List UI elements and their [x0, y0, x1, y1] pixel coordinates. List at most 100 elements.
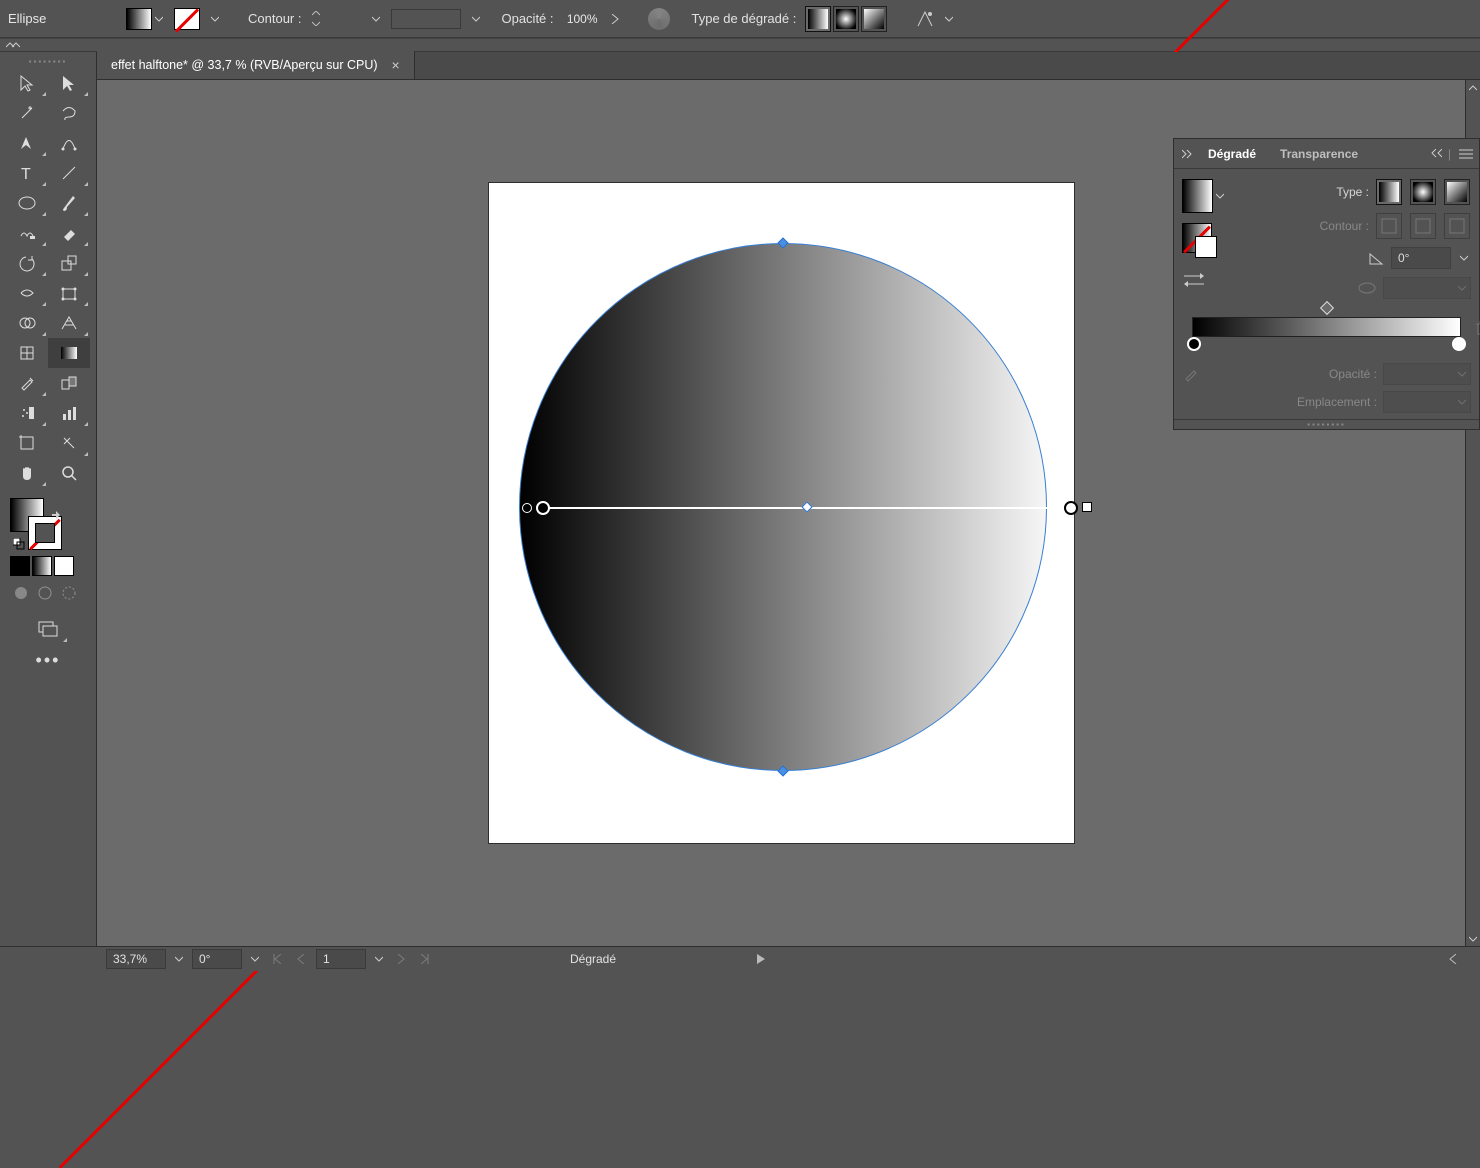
gradient-origin-handle[interactable] — [522, 503, 532, 513]
stroke-apply-across[interactable] — [1444, 213, 1470, 239]
swap-fill-stroke-icon[interactable] — [50, 510, 62, 522]
panel-grad-radial[interactable] — [1410, 179, 1436, 205]
close-tab-icon[interactable]: × — [392, 57, 400, 73]
hand-tool[interactable] — [6, 458, 48, 488]
direct-selection-tool[interactable] — [48, 68, 90, 98]
shape-builder-tool[interactable] — [6, 308, 48, 338]
lasso-tool[interactable] — [48, 98, 90, 128]
symbol-sprayer-tool[interactable] — [6, 398, 48, 428]
slice-tool[interactable] — [48, 428, 90, 458]
transform-options-icon[interactable] — [916, 10, 934, 28]
edit-toolbar[interactable]: ••• — [27, 648, 69, 672]
recolor-icon[interactable] — [648, 8, 670, 30]
stroke-profile-field[interactable] — [391, 9, 461, 29]
rotate-caret[interactable] — [248, 948, 262, 970]
reverse-gradient-icon[interactable] — [1182, 271, 1206, 289]
stroke-dropdown-caret[interactable] — [208, 8, 222, 30]
perspective-grid-tool[interactable] — [48, 308, 90, 338]
gradient-preset-caret[interactable] — [1213, 185, 1226, 207]
draw-normal[interactable] — [10, 582, 32, 604]
magic-wand-tool[interactable] — [6, 98, 48, 128]
stroke-apply-along[interactable] — [1410, 213, 1436, 239]
color-mode-none[interactable] — [54, 556, 74, 576]
hscroll-left-icon[interactable] — [1444, 950, 1462, 968]
rotate-tool[interactable] — [6, 248, 48, 278]
draw-inside[interactable] — [58, 582, 80, 604]
panel-grad-freeform[interactable] — [1444, 179, 1470, 205]
gradient-tool[interactable] — [48, 338, 90, 368]
scroll-up-icon[interactable] — [1466, 80, 1480, 95]
last-artboard-icon[interactable] — [416, 950, 434, 968]
zoom-caret[interactable] — [172, 948, 186, 970]
mesh-tool[interactable] — [6, 338, 48, 368]
stroke-weight-spinners[interactable] — [309, 9, 323, 28]
stroke-weight-field[interactable] — [331, 9, 361, 29]
gradient-stop-left[interactable] — [1187, 337, 1201, 351]
gradient-ramp[interactable] — [1192, 317, 1461, 337]
anchor-top[interactable] — [777, 237, 788, 248]
stop-color-eyedropper[interactable] — [1182, 365, 1200, 383]
gradient-preview[interactable] — [1182, 179, 1226, 213]
panel-menu-icon[interactable] — [1453, 149, 1479, 159]
width-tool[interactable] — [6, 278, 48, 308]
fill-dropdown-caret[interactable] — [152, 8, 166, 30]
gradient-mid-handle[interactable] — [801, 501, 812, 512]
controlbar-expand-toggle[interactable] — [0, 38, 1480, 52]
rotate-view-field[interactable]: 0° — [192, 949, 242, 969]
anchor-bottom[interactable] — [777, 765, 788, 776]
eyedropper-tool[interactable] — [6, 368, 48, 398]
first-artboard-icon[interactable] — [268, 950, 286, 968]
ellipse-shape[interactable] — [519, 243, 1047, 771]
gradient-start-handle[interactable] — [536, 501, 550, 515]
panel-fill-stroke-toggle[interactable] — [1182, 223, 1212, 253]
stroke-apply-within[interactable] — [1376, 213, 1402, 239]
fill-control[interactable] — [126, 8, 166, 30]
stroke-profile-caret[interactable] — [469, 8, 483, 30]
gradient-stop-right[interactable] — [1452, 337, 1466, 351]
curvature-tool[interactable] — [48, 128, 90, 158]
color-mode-gradient[interactable] — [32, 556, 52, 576]
transform-caret[interactable] — [942, 8, 956, 30]
artboard-nav-field[interactable]: 1 — [316, 949, 366, 969]
panel-grad-linear[interactable] — [1376, 179, 1402, 205]
column-graph-tool[interactable] — [48, 398, 90, 428]
artboard-tool[interactable] — [6, 428, 48, 458]
fill-stroke-indicator[interactable] — [10, 498, 62, 550]
scroll-down-icon[interactable] — [1466, 931, 1480, 946]
gradient-type-linear[interactable] — [805, 6, 831, 32]
opacity-field[interactable]: 100% — [562, 9, 600, 29]
status-play-icon[interactable] — [752, 950, 770, 968]
default-fill-stroke-icon[interactable] — [13, 538, 25, 550]
artboard-nav-caret[interactable] — [372, 948, 386, 970]
panel-tab-transparency[interactable]: Transparence — [1268, 141, 1370, 167]
panel-minimize-icon[interactable] — [1424, 149, 1446, 159]
shaper-tool[interactable] — [6, 218, 48, 248]
next-artboard-icon[interactable] — [392, 950, 410, 968]
eraser-tool[interactable] — [48, 218, 90, 248]
type-tool[interactable]: T — [6, 158, 48, 188]
ellipse-tool[interactable] — [6, 188, 48, 218]
zoom-field[interactable]: 33,7% — [106, 949, 166, 969]
delete-stop-icon[interactable] — [1474, 320, 1480, 336]
angle-field[interactable]: 0° — [1391, 247, 1451, 269]
blend-tool[interactable] — [48, 368, 90, 398]
panel-collapse-icon[interactable] — [1178, 148, 1196, 160]
stroke-weight-caret[interactable] — [369, 8, 383, 30]
screen-mode[interactable] — [27, 614, 69, 644]
gradient-annotator[interactable] — [544, 507, 1070, 509]
angle-caret[interactable] — [1457, 247, 1471, 269]
gradient-end-handle[interactable] — [1064, 501, 1078, 515]
panel-tab-gradient[interactable]: Dégradé — [1196, 141, 1268, 167]
line-tool[interactable] — [48, 158, 90, 188]
gradient-end-square[interactable] — [1082, 502, 1092, 512]
opacity-popup-caret[interactable] — [610, 14, 620, 24]
gradient-type-freeform[interactable] — [861, 6, 887, 32]
zoom-tool[interactable] — [48, 458, 90, 488]
scale-tool[interactable] — [48, 248, 90, 278]
document-tab[interactable]: effet halftone* @ 33,7 % (RVB/Aperçu sur… — [97, 51, 415, 79]
selection-tool[interactable] — [6, 68, 48, 98]
draw-behind[interactable] — [34, 582, 56, 604]
color-mode-solid[interactable] — [10, 556, 30, 576]
paintbrush-tool[interactable] — [48, 188, 90, 218]
gradient-type-radial[interactable] — [833, 6, 859, 32]
